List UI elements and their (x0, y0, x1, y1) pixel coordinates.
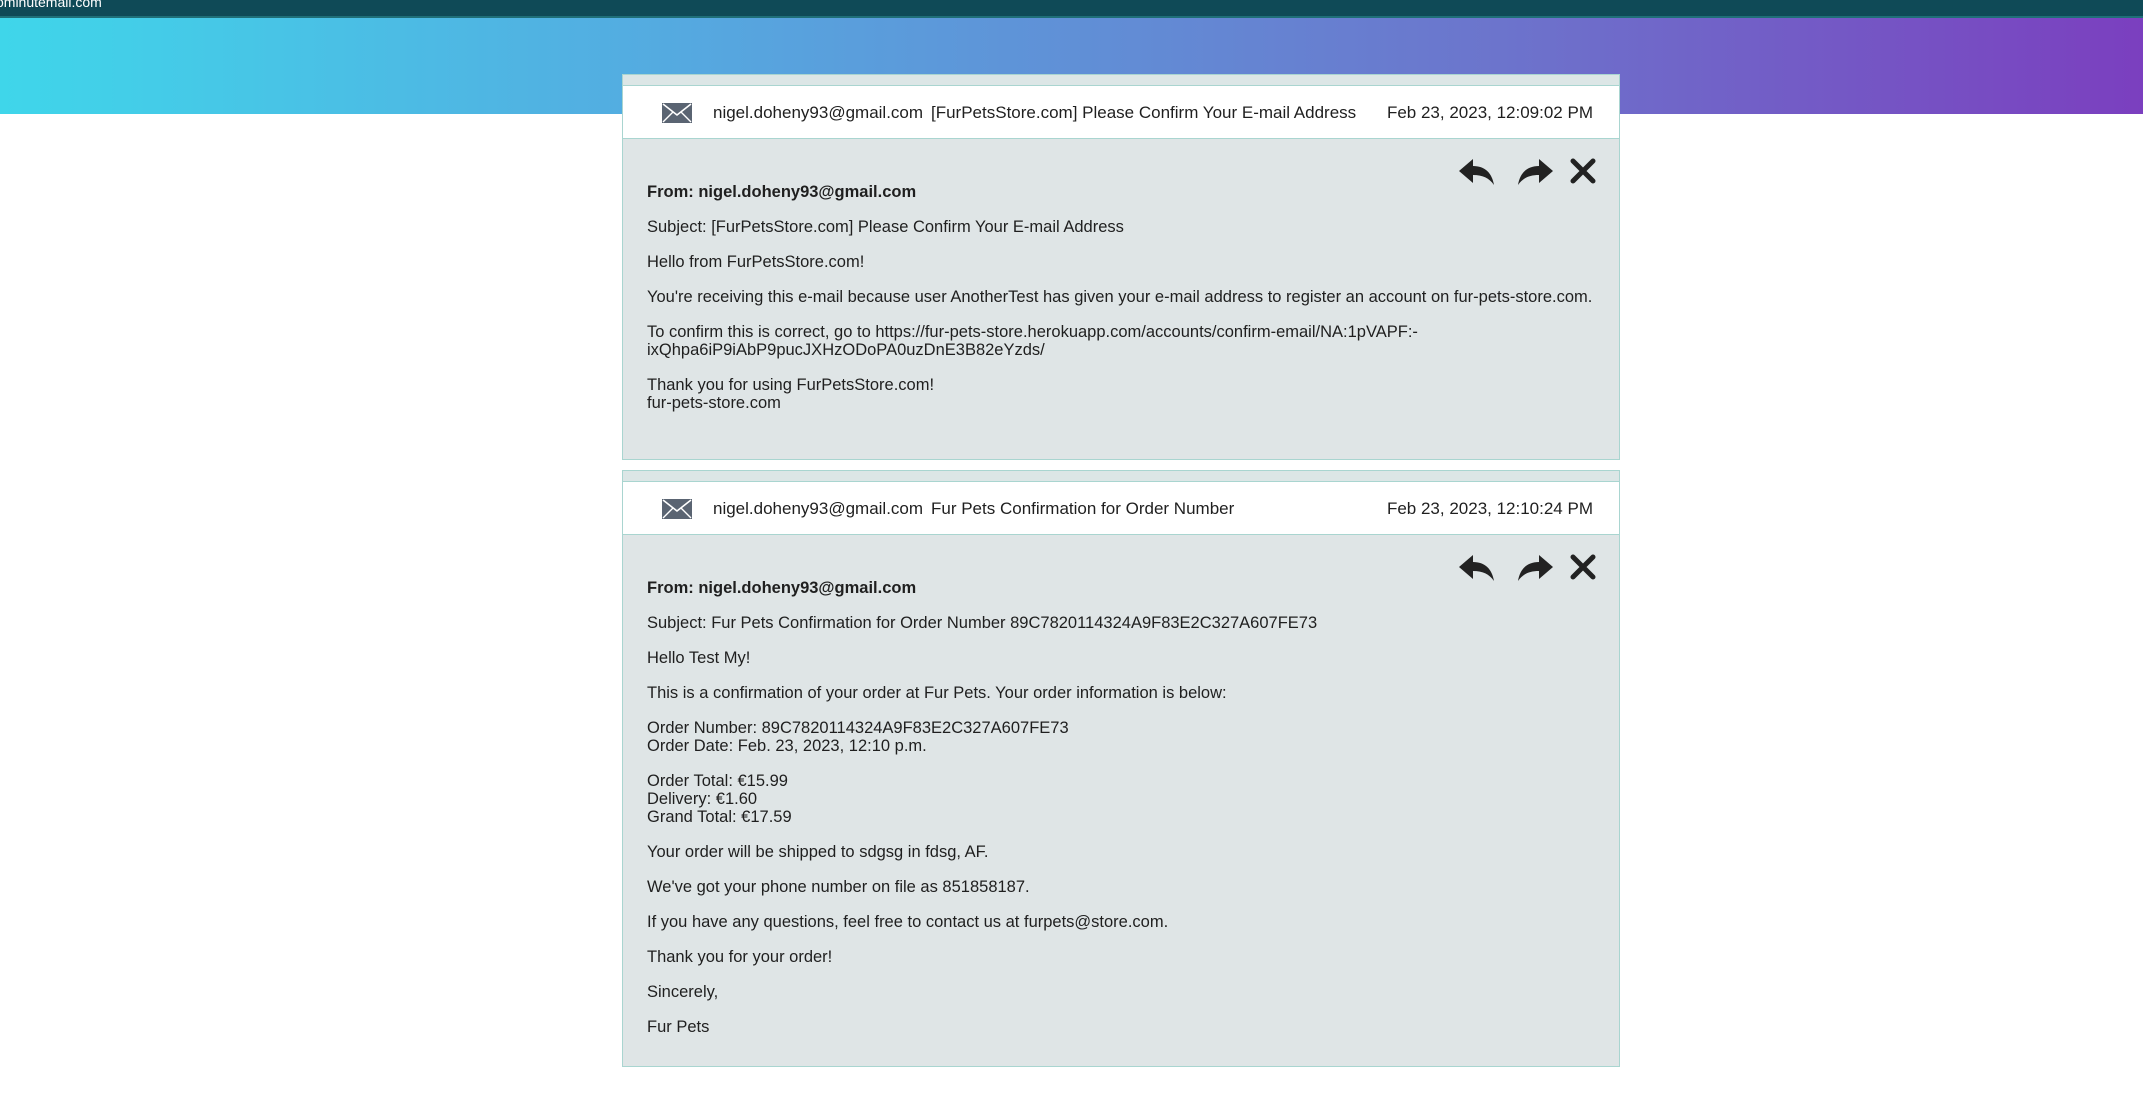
email-header[interactable]: nigel.doheny93@gmail.com [FurPetsStore.c… (623, 86, 1619, 139)
email-body-line: Hello from FurPetsStore.com! (647, 253, 865, 271)
close-icon[interactable] (1563, 153, 1603, 189)
email-body-line: Order Date: Feb. 23, 2023, 12:10 p.m. (647, 737, 927, 755)
email-card-cap (623, 471, 1619, 482)
email-body-line: We've got your phone number on file as 8… (647, 878, 1030, 896)
email-body-line: Thank you for using FurPetsStore.com! (647, 376, 935, 394)
email-body-line: You're receiving this e-mail because use… (647, 288, 1593, 306)
envelope-icon (662, 499, 692, 519)
close-icon[interactable] (1563, 549, 1603, 585)
email-from: nigel.doheny93@gmail.com (713, 499, 924, 518)
site-name[interactable]: ominutemail.com (0, 0, 102, 10)
email-body-line: Sincerely, (647, 983, 719, 1001)
email-card: nigel.doheny93@gmail.com [FurPetsStore.c… (622, 74, 1620, 460)
reply-icon[interactable] (1457, 153, 1497, 189)
forward-icon[interactable] (1515, 153, 1555, 189)
email-subject: [FurPetsStore.com] Please Confirm Your E… (931, 103, 1357, 122)
email-date: Feb 23, 2023, 12:09:02 PM (1386, 103, 1593, 122)
email-date: Feb 23, 2023, 12:10:24 PM (1386, 499, 1593, 518)
email-body: From: nigel.doheny93@gmail.com Subject: … (623, 535, 1619, 1066)
email-subject-line: Subject: [FurPetsStore.com] Please Confi… (647, 218, 1124, 236)
email-body-line: ixQhpa6iP9iAbP9pucJXHzODoPA0uzDnE3B82eYz… (647, 341, 1045, 359)
email-body-line: Fur Pets (647, 1018, 710, 1036)
email-body-line: Order Number: 89C7820114324A9F83E2C327A6… (647, 719, 1069, 737)
email-body-line: To confirm this is correct, go to https:… (647, 323, 1418, 341)
email-from-line: From: nigel.doheny93@gmail.com (647, 183, 917, 201)
email-card-cap (623, 75, 1619, 86)
email-card: nigel.doheny93@gmail.com Fur Pets Confir… (622, 470, 1620, 1067)
email-header[interactable]: nigel.doheny93@gmail.com Fur Pets Confir… (623, 482, 1619, 535)
email-body-line: Your order will be shipped to sdgsg in f… (647, 843, 989, 861)
email-body-line: Thank you for your order! (647, 948, 833, 966)
email-subject: Fur Pets Confirmation for Order Number (931, 499, 1235, 518)
email-body-line: Grand Total: €17.59 (647, 808, 792, 826)
email-subject-line: Subject: Fur Pets Confirmation for Order… (647, 614, 1318, 632)
email-body-line: Order Total: €15.99 (647, 772, 788, 790)
email-body-line: fur-pets-store.com (647, 394, 781, 412)
email-from-line: From: nigel.doheny93@gmail.com (647, 579, 917, 597)
email-body-line: If you have any questions, feel free to … (647, 913, 1169, 931)
envelope-icon (662, 103, 692, 123)
email-body-line: Hello Test My! (647, 649, 751, 667)
email-from: nigel.doheny93@gmail.com (713, 103, 924, 122)
email-body: From: nigel.doheny93@gmail.com Subject: … (623, 139, 1619, 459)
top-bar: ominutemail.com (0, 0, 2143, 18)
reply-icon[interactable] (1457, 549, 1497, 585)
forward-icon[interactable] (1515, 549, 1555, 585)
email-body-line: This is a confirmation of your order at … (647, 684, 1227, 702)
email-body-line: Delivery: €1.60 (647, 790, 758, 808)
